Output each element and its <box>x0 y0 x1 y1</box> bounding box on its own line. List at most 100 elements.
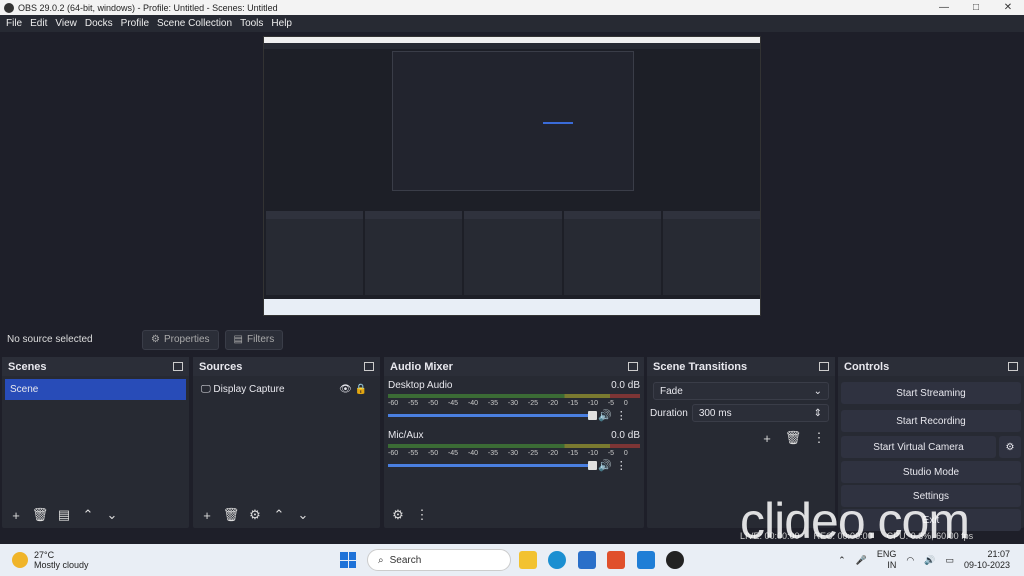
lock-icon[interactable]: 🔒 <box>355 384 367 395</box>
start-streaming-button[interactable]: Start Streaming <box>841 382 1021 404</box>
chevron-up-icon[interactable]: ⌃ <box>838 555 846 566</box>
start-recording-button[interactable]: Start Recording <box>841 410 1021 432</box>
move-down-icon[interactable]: ⌄ <box>102 505 122 525</box>
remove-transition-icon[interactable]: 🗑 <box>783 428 803 448</box>
minimize-icon[interactable]: — <box>928 0 960 15</box>
visibility-eye-icon[interactable]: 👁 <box>339 384 352 395</box>
menu-help[interactable]: Help <box>267 18 296 29</box>
gear-icon: ⚙ <box>151 334 160 345</box>
language-indicator[interactable]: ENG IN <box>877 549 897 571</box>
track-name: Mic/Aux <box>388 430 424 441</box>
source-toolbar: No source selected ⚙ Properties ▤ Filters <box>0 325 1024 354</box>
undock-icon[interactable] <box>364 362 374 371</box>
speaker-icon[interactable]: 🔊 <box>598 459 612 472</box>
battery-icon[interactable]: ▭ <box>945 555 954 566</box>
window-titlebar: OBS 29.0.2 (64-bit, windows) - Profile: … <box>0 0 1024 15</box>
virtual-camera-settings-icon[interactable]: ⚙ <box>999 436 1021 458</box>
filters-label: Filters <box>247 334 275 345</box>
sources-title: Sources <box>199 360 243 373</box>
move-up-icon[interactable]: ⌃ <box>269 505 289 525</box>
close-icon[interactable]: ✕ <box>992 0 1024 15</box>
edge-icon[interactable] <box>548 551 566 569</box>
meter-ticks: -60 -55 -50 -45 -40 -35 -30 -25 -20 -15 -10 -5 0 <box>388 400 628 407</box>
obs-taskbar-icon[interactable] <box>666 551 684 569</box>
speaker-icon[interactable]: 🔊 <box>598 409 612 422</box>
remove-scene-icon[interactable]: 🗑 <box>30 505 50 525</box>
add-transition-button[interactable]: + <box>757 428 777 448</box>
meter-ticks: -60 -55 -50 -45 -40 -35 -30 -25 -20 -15 -10 -5 0 <box>388 450 628 457</box>
advanced-audio-icon[interactable]: ⚙ <box>388 505 408 525</box>
properties-label: Properties <box>163 334 210 345</box>
add-source-button[interactable]: + <box>197 505 217 525</box>
microphone-icon[interactable]: 🎤 <box>856 555 867 566</box>
scene-item[interactable]: Scene <box>5 379 186 400</box>
source-label: Display Capture <box>213 384 285 395</box>
clock[interactable]: 21:07 09-10-2023 <box>964 549 1010 571</box>
weather-icon <box>12 552 28 568</box>
track-name: Desktop Audio <box>388 380 453 391</box>
store-icon[interactable] <box>578 551 596 569</box>
move-down-icon[interactable]: ⌄ <box>293 505 313 525</box>
remove-source-icon[interactable]: 🗑 <box>221 505 241 525</box>
volume-icon[interactable]: 🔊 <box>924 555 935 566</box>
source-properties-icon[interactable]: ⚙ <box>245 505 265 525</box>
duration-value: 300 ms <box>698 407 732 419</box>
system-tray: ⌃ 🎤 ENG IN ◠ 🔊 ▭ 21:07 09-10-2023 <box>838 544 1024 576</box>
kebab-menu-icon[interactable]: ⋮ <box>616 409 627 422</box>
menu-view[interactable]: View <box>51 18 81 29</box>
search-icon: ⌕ <box>378 554 384 566</box>
menu-tools[interactable]: Tools <box>236 18 267 29</box>
properties-button[interactable]: ⚙ Properties <box>142 329 219 350</box>
weather-text: Mostly cloudy <box>34 560 89 570</box>
wifi-icon[interactable]: ◠ <box>906 555 914 566</box>
volume-slider[interactable] <box>388 411 597 420</box>
kebab-menu-icon[interactable]: ⋮ <box>616 459 627 472</box>
undock-icon[interactable] <box>628 362 638 371</box>
maximize-icon[interactable]: □ <box>960 0 992 15</box>
start-icon[interactable] <box>340 552 356 568</box>
track-db: 0.0 dB <box>611 430 640 441</box>
no-source-label: No source selected <box>7 334 93 345</box>
kebab-menu-icon[interactable]: ⋮ <box>809 428 829 448</box>
brave-icon[interactable] <box>607 551 625 569</box>
obs-icon <box>4 2 14 13</box>
vscode-icon[interactable] <box>637 551 655 569</box>
volume-slider[interactable] <box>388 461 597 470</box>
menu-edit[interactable]: Edit <box>26 18 51 29</box>
stepper-icon[interactable]: ⇕ <box>814 408 822 419</box>
menu-profile[interactable]: Profile <box>117 18 153 29</box>
start-virtual-camera-button[interactable]: Start Virtual Camera <box>841 436 996 458</box>
undock-icon[interactable] <box>819 362 829 371</box>
sources-dock: Sources 🖵 Display Capture 👁 🔒 + 🗑 ⚙ ⌃ ⌄ <box>193 357 380 528</box>
undock-icon[interactable] <box>1008 362 1018 371</box>
scene-filters-icon[interactable]: ▤ <box>54 505 74 525</box>
add-scene-button[interactable]: + <box>6 505 26 525</box>
controls-title: Controls <box>844 360 890 373</box>
duration-row: Duration 300 ms ⇕ <box>650 404 829 422</box>
scenes-title: Scenes <box>8 360 47 373</box>
taskbar-search[interactable]: ⌕ Search <box>367 549 511 571</box>
source-item[interactable]: 🖵 Display Capture 👁 🔒 <box>196 379 377 400</box>
monitor-icon: 🖵 <box>201 384 211 395</box>
menu-docks[interactable]: Docks <box>81 18 117 29</box>
transitions-title: Scene Transitions <box>653 360 748 373</box>
audio-mixer-dock: Audio Mixer Desktop Audio 0.0 dB -60 -55 -5… <box>384 357 644 528</box>
menu-file[interactable]: File <box>2 18 26 29</box>
weather-widget[interactable]: 27°C Mostly cloudy <box>12 550 89 570</box>
windows-taskbar: 27°C Mostly cloudy ⌕ Search ⌃ 🎤 ENG IN ◠ 🔊 … <box>0 544 1024 576</box>
filters-button[interactable]: ▤ Filters <box>224 329 284 350</box>
search-label: Search <box>389 554 422 566</box>
preview-image <box>263 36 761 316</box>
menu-scene-collection[interactable]: Scene Collection <box>153 18 236 29</box>
kebab-menu-icon[interactable]: ⋮ <box>412 505 432 525</box>
studio-mode-button[interactable]: Studio Mode <box>841 461 1021 483</box>
duration-field[interactable]: 300 ms ⇕ <box>691 404 829 422</box>
transition-select[interactable]: Fade ⌄ <box>653 382 829 400</box>
preview-area[interactable] <box>0 32 1024 323</box>
chevron-down-icon: ⌄ <box>813 385 822 397</box>
track-db: 0.0 dB <box>611 380 640 391</box>
move-up-icon[interactable]: ⌃ <box>78 505 98 525</box>
file-explorer-icon[interactable] <box>519 551 537 569</box>
window-title: OBS 29.0.2 (64-bit, windows) - Profile: … <box>18 2 278 13</box>
undock-icon[interactable] <box>173 362 183 371</box>
